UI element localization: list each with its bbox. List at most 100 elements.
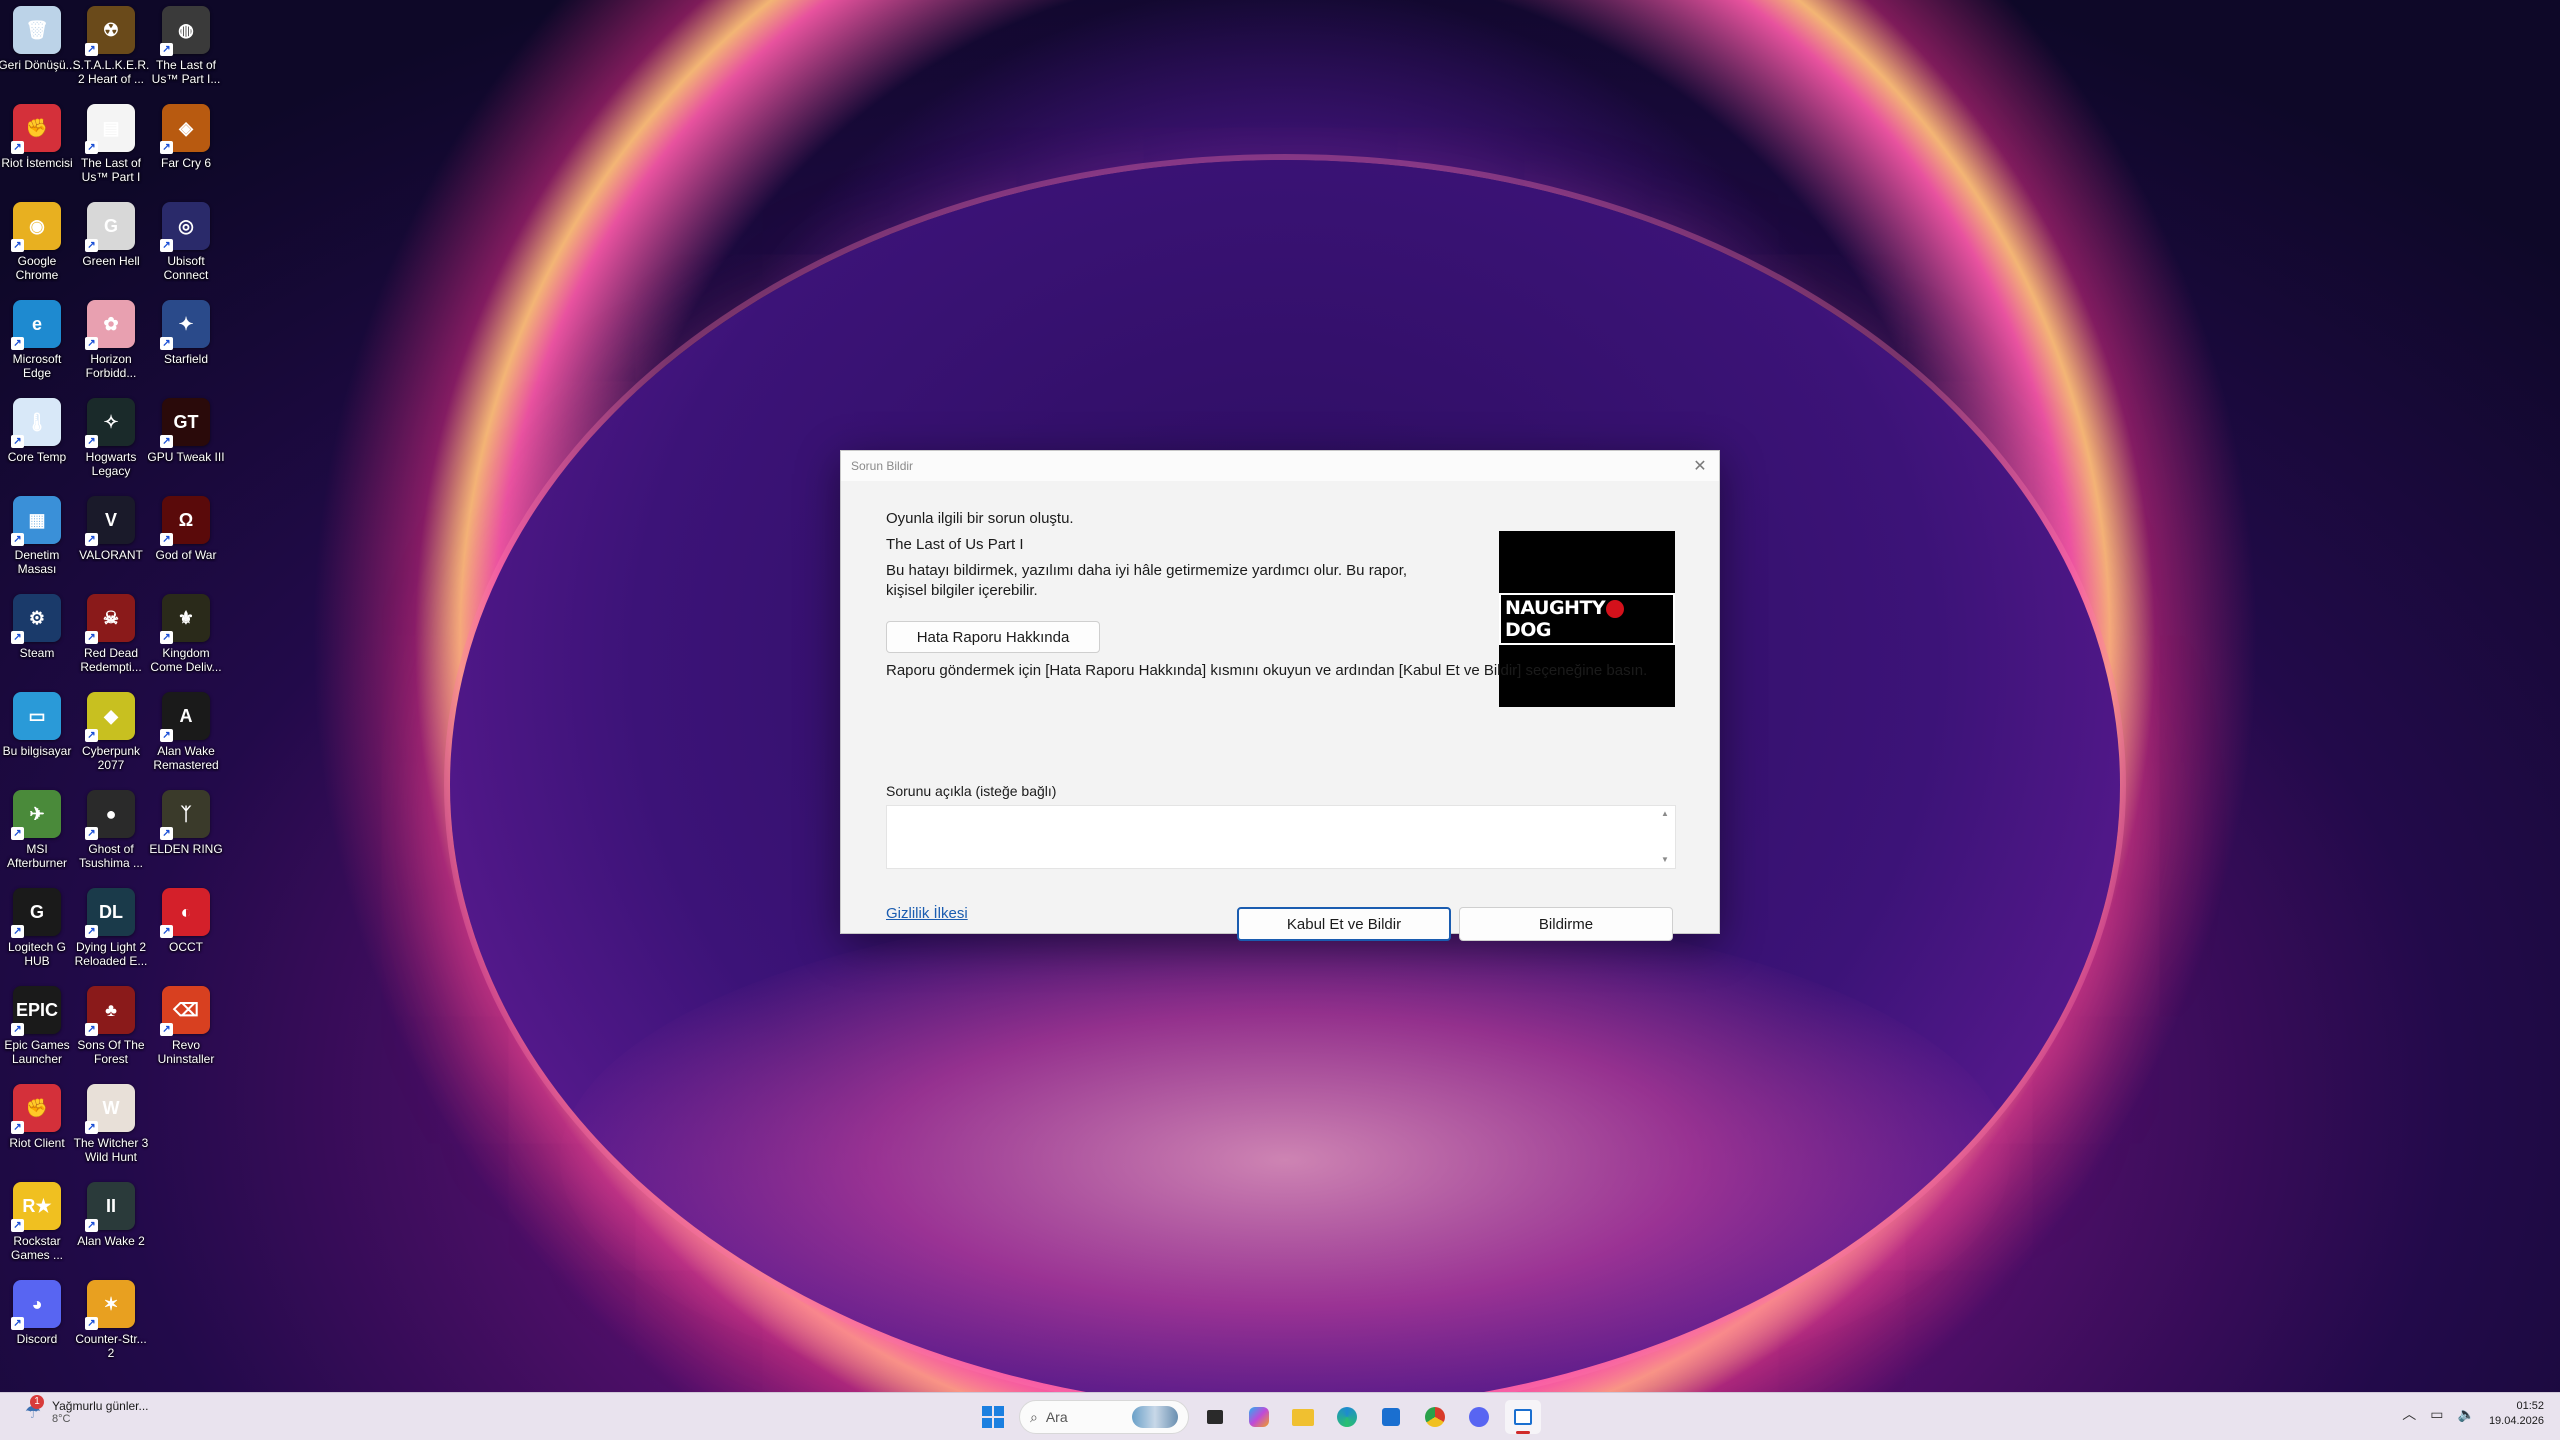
report-instruction: Raporu göndermek için [Hata Raporu Hakkı…: [886, 662, 1648, 679]
desktop-icon-label: OCCT: [169, 940, 203, 954]
file-explorer-button[interactable]: [1285, 1400, 1321, 1434]
copilot-button[interactable]: [1241, 1400, 1277, 1434]
desktop-icon[interactable]: GT ↗ GPU Tweak III: [147, 392, 225, 488]
desktop-icon[interactable]: Ω ↗ God of War: [149, 490, 223, 586]
shortcut-arrow-icon: ↗: [160, 141, 173, 154]
desktop-icon[interactable]: ▤ ↗ The Last of Us™ Part I: [74, 98, 148, 194]
about-report-button[interactable]: Hata Raporu Hakkında: [886, 621, 1100, 653]
app-icon: ✊ ↗: [11, 1084, 61, 1134]
app-icon: ✶ ↗: [85, 1280, 135, 1330]
describe-problem-input[interactable]: [886, 805, 1676, 869]
app-icon: ⌫ ↗: [160, 986, 210, 1036]
close-icon[interactable]: ✕: [1689, 456, 1711, 476]
desktop-icon[interactable]: EPIC ↗ Epic Games Launcher: [0, 980, 74, 1076]
app-glyph: 🌡: [25, 411, 49, 432]
desktop-icon[interactable]: ◈ ↗ Far Cry 6: [149, 98, 223, 194]
shortcut-arrow-icon: ↗: [85, 1317, 98, 1330]
desktop-icon[interactable]: A ↗ Alan Wake Remastered: [149, 686, 223, 782]
desktop-icon[interactable]: 🌡 ↗ Core Temp: [0, 392, 74, 488]
store-icon: [1382, 1408, 1400, 1426]
app-glyph: ✊: [25, 1097, 49, 1118]
desktop-icon[interactable]: ☠ ↗ Red Dead Redempti...: [74, 588, 148, 684]
desktop-icon[interactable]: ✶ ↗ Counter-Str... 2: [74, 1274, 148, 1370]
desktop-icon-label: Ghost of Tsushima ...: [78, 842, 144, 870]
app-glyph: ◈: [179, 117, 193, 138]
weather-widget[interactable]: ☂ 1 Yağmurlu günler... 8°C: [20, 1395, 149, 1425]
desktop-icon[interactable]: II ↗ Alan Wake 2: [74, 1176, 148, 1272]
app-glyph: 🗑: [25, 19, 49, 40]
app-glyph: ✊: [25, 117, 49, 138]
desktop-icon[interactable]: ☢ ↗ S.T.A.L.K.E.R. 2 Heart of ...: [73, 0, 149, 96]
desktop-icon-label: Core Temp: [7, 450, 67, 464]
desktop-icon-label: Starfield: [163, 352, 209, 366]
start-button[interactable]: [975, 1400, 1011, 1434]
desktop-icon[interactable]: ✈ ↗ MSI Afterburner: [0, 784, 74, 880]
app-icon: ◉ ↗: [11, 202, 61, 252]
desktop-icon[interactable]: ✧ ↗ Hogwarts Legacy: [74, 392, 148, 488]
desktop-icon[interactable]: ᛉ ↗ ELDEN RING: [149, 784, 223, 880]
dont-report-button[interactable]: Bildirme: [1459, 907, 1673, 941]
desktop-icon[interactable]: G ↗ Green Hell: [74, 196, 148, 292]
desktop-icon[interactable]: ◕ ↗ Discord: [0, 1274, 74, 1370]
desktop-icon[interactable]: ● ↗ Ghost of Tsushima ...: [74, 784, 148, 880]
desktop-icon[interactable]: ▭ Bu bilgisayar: [0, 686, 74, 782]
report-dialog-taskbar-button[interactable]: [1505, 1400, 1541, 1434]
desktop-icon[interactable]: ✊ ↗ Riot Client: [0, 1078, 74, 1174]
app-icon: V ↗: [85, 496, 135, 546]
desktop-icon[interactable]: ✿ ↗ Horizon Forbidd...: [74, 294, 148, 390]
app-icon: ▤ ↗: [85, 104, 135, 154]
scroll-up-icon[interactable]: ▲: [1661, 809, 1669, 818]
desktop-icon-label: Sons Of The Forest: [77, 1038, 145, 1066]
desktop-icon[interactable]: ✊ ↗ Riot İstemcisi: [0, 98, 74, 194]
network-icon[interactable]: ▭: [2430, 1406, 2443, 1423]
chrome-icon: [1425, 1407, 1445, 1427]
dialog-title: Sorun Bildir: [851, 459, 914, 473]
chrome-taskbar-button[interactable]: [1417, 1400, 1453, 1434]
shortcut-arrow-icon: ↗: [160, 337, 173, 350]
desktop-icon[interactable]: ✦ ↗ Starfield: [149, 294, 223, 390]
desktop-icon[interactable]: ◎ ↗ Ubisoft Connect: [149, 196, 223, 292]
dialog-titlebar[interactable]: Sorun Bildir ✕: [841, 451, 1719, 481]
desktop-icon[interactable]: W ↗ The Witcher 3 Wild Hunt: [74, 1078, 148, 1174]
desktop-icon[interactable]: DL ↗ Dying Light 2 Reloaded E...: [74, 882, 148, 978]
scroll-down-icon[interactable]: ▼: [1661, 855, 1669, 864]
desktop-icon[interactable]: ◉ ↗ Google Chrome: [0, 196, 74, 292]
edge-taskbar-button[interactable]: [1329, 1400, 1365, 1434]
error-heading: Oyunla ilgili bir sorun oluştu.: [886, 510, 1074, 527]
desktop-icon[interactable]: ▦ ↗ Denetim Masası: [0, 490, 74, 586]
desktop-icon[interactable]: ♣ ↗ Sons Of The Forest: [74, 980, 148, 1076]
volume-icon[interactable]: 🔈: [2458, 1406, 2475, 1423]
app-icon: 🗑: [13, 6, 61, 54]
windows-icon: [982, 1406, 1004, 1428]
task-view-button[interactable]: [1197, 1400, 1233, 1434]
desktop-icon[interactable]: ◐ ↗ OCCT: [149, 882, 223, 978]
desktop-icon[interactable]: V ↗ VALORANT: [74, 490, 148, 586]
desktop-icon-label: MSI Afterburner: [6, 842, 68, 870]
shortcut-arrow-icon: ↗: [11, 1317, 24, 1330]
desktop-icon[interactable]: ⚜ ↗ Kingdom Come Deliv...: [149, 588, 223, 684]
desktop-icon[interactable]: R★ ↗ Rockstar Games ...: [0, 1176, 74, 1272]
chevron-up-icon[interactable]: ︿: [2402, 1404, 2416, 1424]
taskbar-search[interactable]: ⌕ Ara: [1019, 1400, 1189, 1434]
app-window-icon: [1514, 1409, 1532, 1425]
taskbar: ☂ 1 Yağmurlu günler... 8°C ⌕ Ara ︿ ▭ 🔈 0…: [0, 1392, 2560, 1440]
desktop-icon-label: ELDEN RING: [149, 842, 223, 856]
shortcut-arrow-icon: ↗: [85, 533, 98, 546]
app-icon: ◈ ↗: [160, 104, 210, 154]
desktop-icon[interactable]: G ↗ Logitech G HUB: [0, 882, 74, 978]
desktop-icon[interactable]: ◆ ↗ Cyberpunk 2077: [74, 686, 148, 782]
accept-and-report-button[interactable]: Kabul Et ve Bildir: [1237, 907, 1451, 941]
desktop-icon[interactable]: e ↗ Microsoft Edge: [0, 294, 74, 390]
desktop-icon[interactable]: 🗑 Geri Dönüşü...: [0, 0, 76, 96]
desktop-icon[interactable]: ◍ ↗ The Last of Us™ Part I...: [149, 0, 223, 96]
discord-taskbar-button[interactable]: [1461, 1400, 1497, 1434]
app-icon: II ↗: [85, 1182, 135, 1232]
app-glyph: ⌫: [173, 999, 199, 1020]
desktop-icon[interactable]: ⚙ ↗ Steam: [0, 588, 74, 684]
store-button[interactable]: [1373, 1400, 1409, 1434]
privacy-policy-link[interactable]: Gizlilik İlkesi: [886, 905, 968, 922]
clock[interactable]: 01:52 19.04.2026: [2489, 1399, 2544, 1429]
app-glyph: ◕: [31, 1293, 43, 1314]
app-glyph: W: [102, 1097, 120, 1118]
desktop-icon[interactable]: ⌫ ↗ Revo Uninstaller: [149, 980, 223, 1076]
